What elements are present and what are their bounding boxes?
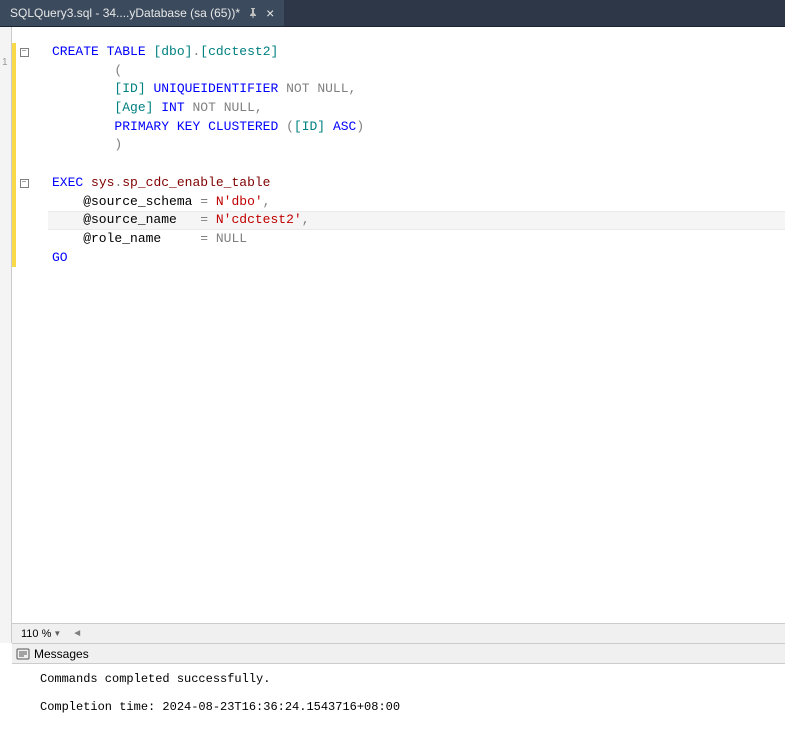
code-editor[interactable]: − CREATE TABLE [dbo].[cdctest2] ( [ID] UN…	[12, 27, 785, 623]
gutter	[12, 155, 48, 174]
code-line[interactable]: )	[12, 136, 785, 155]
tab-title: SQLQuery3.sql - 34....yDatabase (sa (65)…	[10, 6, 240, 20]
code-line[interactable]: PRIMARY KEY CLUSTERED ([ID] ASC)	[12, 118, 785, 137]
gutter	[12, 249, 48, 268]
fold-gutter	[16, 99, 32, 118]
messages-tab[interactable]: Messages	[12, 644, 785, 664]
gutter	[12, 211, 48, 230]
close-icon[interactable]: ×	[266, 6, 274, 20]
tab-bar: SQLQuery3.sql - 34....yDatabase (sa (65)…	[0, 0, 785, 27]
editor-inner: − CREATE TABLE [dbo].[cdctest2] ( [ID] UN…	[12, 27, 785, 643]
code-line[interactable]: GO	[12, 249, 785, 268]
messages-tab-label: Messages	[34, 647, 89, 661]
code-text[interactable]: @source_schema = N'dbo',	[48, 193, 270, 212]
code-text[interactable]: @source_name = N'cdctest2',	[48, 211, 310, 230]
gutter	[12, 80, 48, 99]
fold-gutter: −	[16, 43, 32, 62]
code-text[interactable]: [ID] UNIQUEIDENTIFIER NOT NULL,	[48, 80, 356, 99]
messages-line: Completion time: 2024-08-23T16:36:24.154…	[40, 698, 777, 716]
editor-ruler: 1	[0, 27, 12, 643]
ruler-mark: 1	[2, 57, 8, 68]
fold-gutter	[16, 211, 32, 230]
zoom-bar: 110 % ▼ ◄	[12, 623, 785, 643]
gutter	[12, 62, 48, 81]
code-text[interactable]: CREATE TABLE [dbo].[cdctest2]	[48, 43, 278, 62]
gutter: −	[12, 174, 48, 193]
gutter	[12, 136, 48, 155]
messages-icon	[16, 647, 30, 661]
code-line[interactable]: @source_name = N'cdctest2',	[12, 211, 785, 230]
fold-gutter	[16, 249, 32, 268]
scroll-left-icon[interactable]: ◄	[72, 628, 82, 639]
code-text[interactable]	[48, 155, 52, 174]
active-tab[interactable]: SQLQuery3.sql - 34....yDatabase (sa (65)…	[0, 0, 284, 26]
fold-gutter	[16, 136, 32, 155]
fold-gutter	[16, 80, 32, 99]
fold-gutter	[16, 118, 32, 137]
code-text[interactable]: PRIMARY KEY CLUSTERED ([ID] ASC)	[48, 118, 364, 137]
fold-toggle-icon[interactable]: −	[20, 179, 29, 188]
code-line[interactable]: [Age] INT NOT NULL,	[12, 99, 785, 118]
fold-gutter	[16, 230, 32, 249]
code-line[interactable]	[12, 155, 785, 174]
fold-gutter	[16, 193, 32, 212]
gutter	[12, 118, 48, 137]
code-line[interactable]: @role_name = NULL	[12, 230, 785, 249]
code-text[interactable]: )	[48, 136, 122, 155]
gutter	[12, 193, 48, 212]
gutter	[12, 230, 48, 249]
code-text[interactable]: @role_name = NULL	[48, 230, 247, 249]
fold-gutter	[16, 62, 32, 81]
messages-body: Commands completed successfully. Complet…	[12, 664, 785, 730]
code-line[interactable]: @source_schema = N'dbo',	[12, 193, 785, 212]
code-text[interactable]: GO	[48, 249, 68, 268]
gutter	[12, 99, 48, 118]
zoom-value: 110 %	[21, 628, 51, 640]
messages-line: Commands completed successfully.	[40, 670, 777, 688]
code-line[interactable]: − EXEC sys.sp_cdc_enable_table	[12, 174, 785, 193]
editor-outer: 1 − CREATE TABLE [dbo].[cdctest2] ( [ID] …	[0, 27, 785, 643]
messages-panel: Messages Commands completed successfully…	[12, 643, 785, 711]
code-text[interactable]: EXEC sys.sp_cdc_enable_table	[48, 174, 270, 193]
fold-gutter	[16, 155, 32, 174]
chevron-down-icon: ▼	[53, 629, 61, 638]
gutter: −	[12, 43, 48, 62]
code-text[interactable]: [Age] INT NOT NULL,	[48, 99, 263, 118]
zoom-dropdown[interactable]: 110 % ▼	[16, 627, 66, 641]
code-line[interactable]: − CREATE TABLE [dbo].[cdctest2]	[12, 43, 785, 62]
code-text[interactable]: (	[48, 62, 122, 81]
pin-icon[interactable]	[248, 8, 258, 18]
fold-toggle-icon[interactable]: −	[20, 48, 29, 57]
code-line[interactable]: (	[12, 62, 785, 81]
fold-gutter: −	[16, 174, 32, 193]
code-line[interactable]: [ID] UNIQUEIDENTIFIER NOT NULL,	[12, 80, 785, 99]
